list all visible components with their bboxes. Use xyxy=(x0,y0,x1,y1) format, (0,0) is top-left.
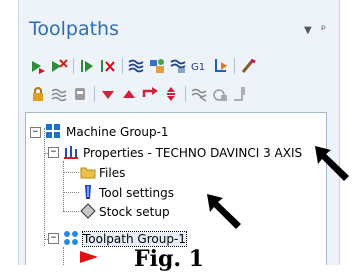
stock-setup-icon xyxy=(80,203,96,219)
verify-icon[interactable] xyxy=(148,57,166,75)
move-up-icon[interactable] xyxy=(120,85,138,103)
post-selected-icon[interactable] xyxy=(211,57,229,75)
stock-display-icon[interactable] xyxy=(190,85,208,103)
toolbar-separator xyxy=(73,58,74,74)
pin-icon[interactable]: ᵖ xyxy=(321,22,326,36)
tree-item-stock-setup[interactable]: Stock setup xyxy=(99,205,170,219)
tree-item-machine-group[interactable]: Machine Group-1 xyxy=(66,125,169,139)
toggle-display-icon[interactable] xyxy=(50,85,68,103)
toolbar-separator xyxy=(234,58,235,74)
stock-tool-icon[interactable] xyxy=(232,85,250,103)
move-down-icon[interactable] xyxy=(99,85,117,103)
properties-icon xyxy=(64,146,78,159)
simulate-icon[interactable] xyxy=(169,57,187,75)
stock-shading-icon[interactable] xyxy=(211,85,229,103)
g1-post-icon[interactable]: G1 xyxy=(190,57,208,75)
toolbar-row-1: G1 xyxy=(29,56,260,76)
folder-icon xyxy=(80,167,96,179)
toolbar-separator xyxy=(122,58,123,74)
tree-connector xyxy=(63,247,64,265)
tree-connector xyxy=(63,211,79,212)
expand-toggle[interactable]: − xyxy=(30,127,41,138)
expand-toggle[interactable]: − xyxy=(48,147,59,158)
insert-arrow-icon[interactable] xyxy=(141,85,159,103)
tree-item-files[interactable]: Files xyxy=(99,166,125,180)
toolbar-row-2 xyxy=(29,84,253,104)
tool-settings-icon xyxy=(85,185,91,199)
tree-item-tool-settings[interactable]: Tool settings xyxy=(99,186,174,200)
lock-icon[interactable] xyxy=(29,85,47,103)
select-all-ops-icon[interactable] xyxy=(29,57,47,75)
tree-item-toolpath-group[interactable]: Toolpath Group-1 xyxy=(82,231,187,247)
toolpath-group-icon xyxy=(64,231,78,245)
tree-connector xyxy=(44,128,45,246)
tree-item-properties[interactable]: Properties - TECHNO DAVINCI 3 AXIS xyxy=(83,146,302,160)
tree-connector xyxy=(63,161,64,211)
toolbar-separator xyxy=(94,86,95,102)
backplot-icon[interactable] xyxy=(127,57,145,75)
machine-group-icon xyxy=(46,124,60,138)
scroll-icon[interactable] xyxy=(162,85,180,103)
tree-connector xyxy=(63,172,79,173)
toolbar-separator xyxy=(185,86,186,102)
insert-arrow-marker-icon xyxy=(80,251,98,263)
svg-text:G1: G1 xyxy=(191,62,205,73)
annotation-arrow-icon xyxy=(315,146,349,181)
toggle-posting-icon[interactable] xyxy=(71,85,89,103)
operations-tree: − Machine Group-1 − Properties - TECHNO … xyxy=(25,112,327,265)
highfeed-icon[interactable] xyxy=(239,57,257,75)
toolpaths-panel: Toolpaths ▼ ᵖ G1 − Machine Group-1 − Pro… xyxy=(18,0,340,265)
expand-toggle[interactable]: − xyxy=(48,233,59,244)
annotation-arrow-icon xyxy=(207,194,241,229)
tree-connector xyxy=(63,192,79,193)
regenerate-selected-icon[interactable] xyxy=(78,57,96,75)
figure-caption: Fig. 1 xyxy=(134,246,204,272)
chevron-down-icon[interactable]: ▼ xyxy=(304,25,312,36)
select-all-dirty-icon[interactable] xyxy=(50,57,68,75)
regenerate-dirty-icon[interactable] xyxy=(99,57,117,75)
panel-title: Toolpaths xyxy=(29,18,119,40)
